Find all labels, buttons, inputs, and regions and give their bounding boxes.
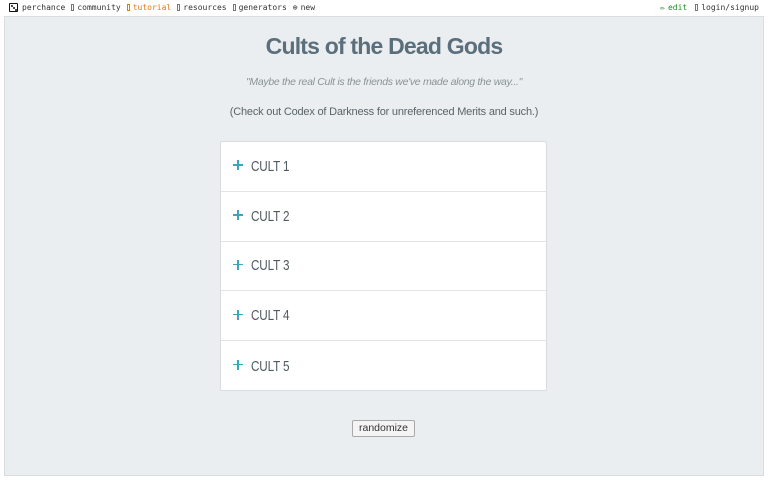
- nav-resources-label: resources: [183, 3, 227, 12]
- circle-plus-icon: ⊕: [292, 2, 298, 12]
- plus-icon: [233, 210, 243, 221]
- die-icon: [9, 3, 18, 12]
- nav-edit[interactable]: ✏ edit: [660, 3, 687, 12]
- randomize-button[interactable]: randomize: [352, 420, 415, 437]
- cult-accordion: CULT 1 CULT 2 CULT 3 CULT 4 CULT 5: [220, 141, 547, 391]
- nav-login[interactable]: login/signup: [695, 3, 759, 12]
- nav-generators-label: generators: [238, 3, 287, 12]
- page-note: (Check out Codex of Darkness for unrefer…: [229, 106, 539, 118]
- nav-generators[interactable]: generators: [232, 3, 287, 12]
- nav-right: ✏ edit login/signup: [652, 3, 759, 12]
- accordion-item-label: CULT 1: [251, 157, 290, 175]
- resources-icon: [177, 4, 181, 11]
- login-icon: [695, 4, 699, 11]
- nav-community-label: community: [77, 3, 121, 12]
- plus-icon: [233, 309, 243, 320]
- nav-tutorial-label: tutorial: [132, 3, 172, 12]
- plus-icon: [233, 259, 243, 270]
- accordion-item-cult-3[interactable]: CULT 3: [221, 242, 546, 292]
- accordion-item-label: CULT 5: [251, 357, 290, 375]
- accordion-item-label: CULT 4: [251, 307, 290, 325]
- page-quote: "Maybe the real Cult is the friends we'v…: [245, 76, 523, 88]
- accordion-item-cult-2[interactable]: CULT 2: [221, 192, 546, 242]
- top-nav: perchance community tutorial resources g…: [0, 0, 768, 16]
- accordion-item-cult-4[interactable]: CULT 4: [221, 291, 546, 342]
- accordion-item-cult-1[interactable]: CULT 1: [221, 142, 546, 192]
- tutorial-icon: [126, 4, 130, 11]
- plus-icon: [233, 360, 243, 371]
- nav-tutorial[interactable]: tutorial: [126, 3, 172, 12]
- nav-resources[interactable]: resources: [177, 3, 227, 12]
- nav-left: perchance community tutorial resources g…: [9, 3, 315, 12]
- nav-new-label: new: [300, 3, 316, 12]
- nav-edit-label: edit: [667, 3, 688, 12]
- nav-new[interactable]: ⊕ new: [293, 3, 315, 12]
- accordion-item-cult-5[interactable]: CULT 5: [221, 341, 546, 391]
- nav-community[interactable]: community: [71, 3, 121, 12]
- accordion-item-label: CULT 3: [251, 257, 290, 275]
- accordion-item-label: CULT 2: [251, 207, 290, 225]
- nav-perchance[interactable]: perchance: [9, 3, 65, 12]
- nav-login-label: login/signup: [701, 3, 759, 12]
- generators-icon: [232, 4, 236, 11]
- plus-icon: [233, 160, 243, 171]
- page-title: Cults of the Dead Gods: [265, 33, 504, 59]
- pencil-icon: ✏: [660, 2, 665, 12]
- community-icon: [71, 4, 75, 11]
- nav-perchance-label: perchance: [22, 3, 66, 12]
